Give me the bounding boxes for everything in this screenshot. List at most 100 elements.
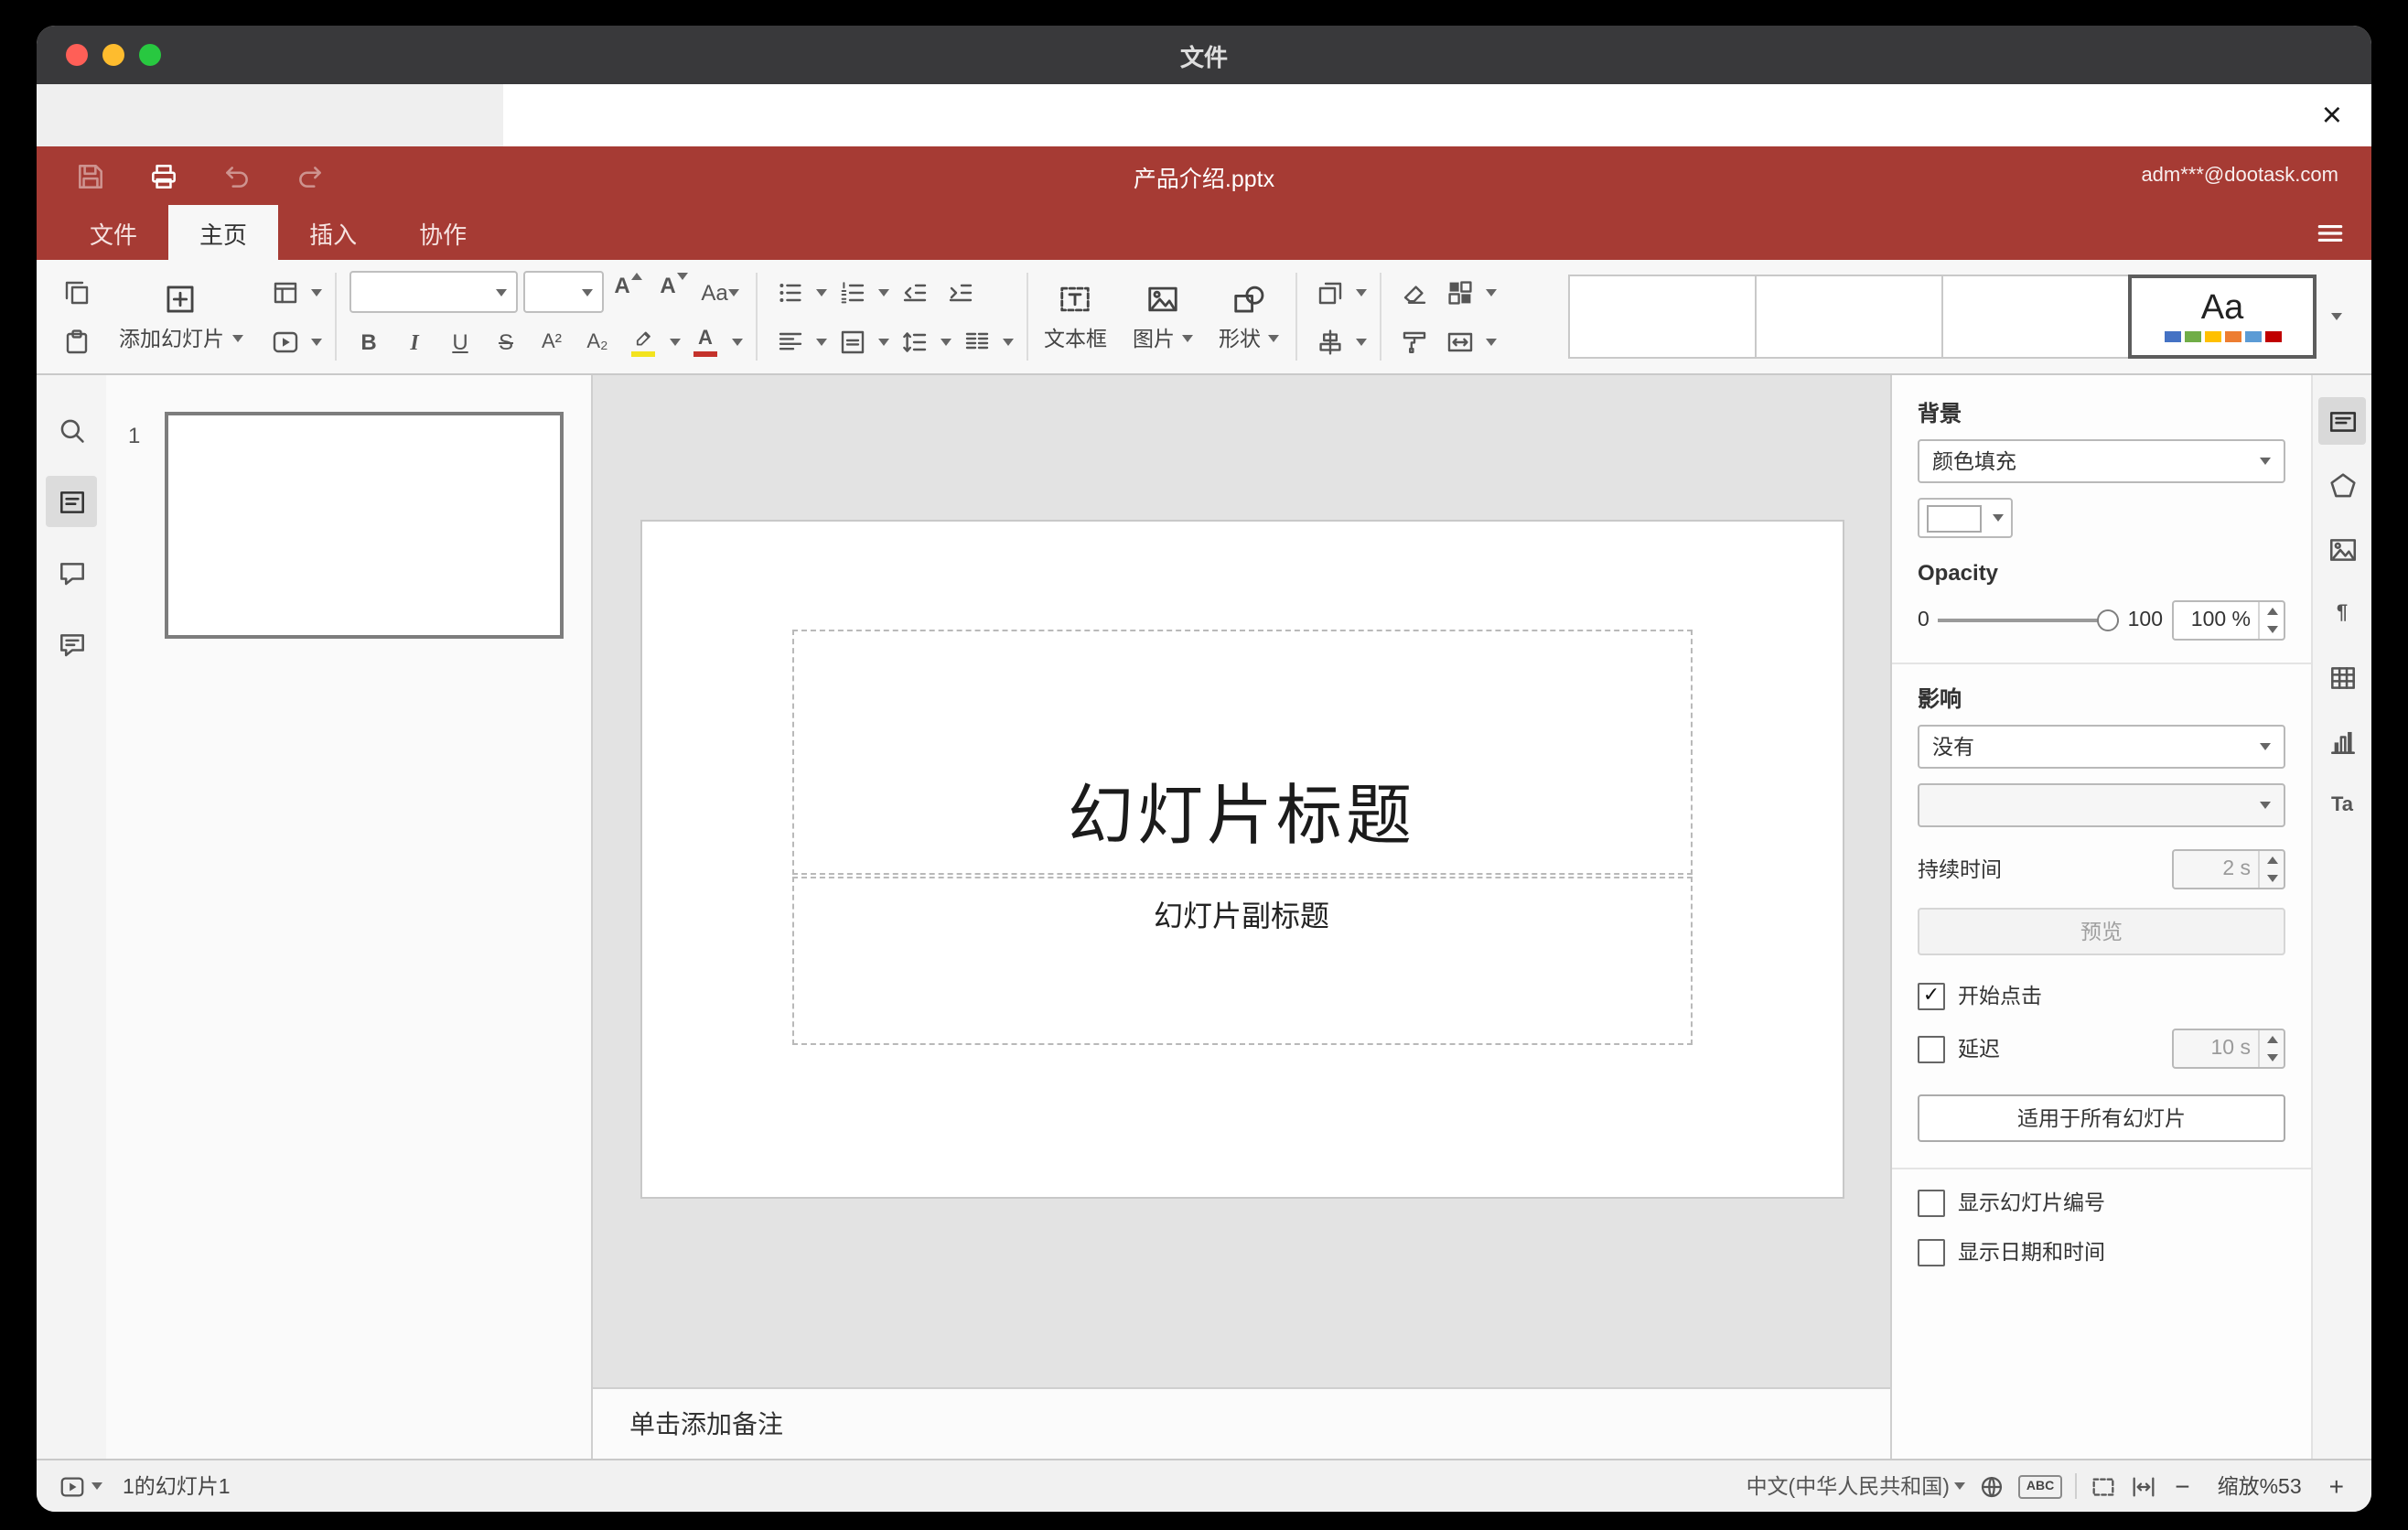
preview-button[interactable]: 预览 (1918, 908, 2285, 955)
italic-button[interactable]: I (394, 322, 435, 362)
notes-input[interactable]: 单击添加备注 (593, 1387, 1890, 1459)
start-slideshow-button[interactable] (264, 321, 305, 361)
insert-shape-button[interactable]: 形状 (1206, 260, 1292, 373)
image-settings-icon[interactable] (2318, 525, 2366, 573)
insert-image-button[interactable]: 图片 (1120, 260, 1206, 373)
document-language-icon[interactable] (1979, 1472, 2006, 1500)
tab-collaboration[interactable]: 协作 (388, 205, 498, 260)
print-button[interactable] (143, 156, 183, 196)
superscript-button[interactable]: A² (532, 322, 572, 362)
spinner-down-icon[interactable] (2260, 869, 2284, 888)
font-size-combobox[interactable] (522, 271, 603, 313)
insert-textbox-button[interactable]: 文本框 (1031, 260, 1120, 373)
minimize-window-button[interactable] (102, 44, 124, 66)
paste-button[interactable] (57, 321, 97, 361)
add-slide-button[interactable]: 添加幻灯片 (106, 260, 255, 373)
numbering-button[interactable] (832, 272, 872, 312)
decrease-indent-button[interactable] (894, 272, 934, 312)
start-on-click-checkbox[interactable]: ✓ (1918, 982, 1945, 1009)
delay-checkbox[interactable] (1918, 1035, 1945, 1062)
tab-insert[interactable]: 插入 (278, 205, 388, 260)
save-button[interactable] (70, 156, 110, 196)
slider-thumb[interactable] (2096, 609, 2119, 631)
zoom-window-button[interactable] (139, 44, 161, 66)
slide[interactable]: 幻灯片标题 幻灯片副标题 (641, 522, 1842, 1197)
opacity-slider[interactable] (1938, 608, 2119, 633)
strikeout-button[interactable]: S (486, 322, 526, 362)
language-selector[interactable]: 中文(中华人民共和国) (1747, 1471, 1966, 1501)
spinner-down-icon[interactable] (2260, 620, 2284, 639)
textart-settings-icon[interactable]: Ta (2318, 781, 2366, 829)
spinner-up-icon[interactable] (2260, 851, 2284, 869)
redo-button[interactable] (289, 156, 329, 196)
show-date-time-checkbox[interactable] (1918, 1238, 1945, 1266)
copy-button[interactable] (57, 272, 97, 312)
menu-icon[interactable] (2315, 205, 2346, 260)
arrange-shape-button[interactable] (1310, 272, 1350, 312)
slide-canvas[interactable]: 幻灯片标题 幻灯片副标题 (593, 375, 1890, 1387)
increase-font-size-button[interactable]: A (608, 272, 649, 312)
font-name-combobox[interactable] (349, 271, 517, 313)
fill-color-picker[interactable] (1918, 498, 2013, 538)
theme-thumbnail[interactable] (1755, 275, 1943, 359)
line-spacing-button[interactable] (894, 321, 934, 361)
spinner-down-icon[interactable] (2260, 1049, 2284, 1067)
subtitle-placeholder[interactable]: 幻灯片副标题 (791, 877, 1692, 1045)
undo-button[interactable] (216, 156, 256, 196)
start-slideshow-statusbar-button[interactable] (59, 1472, 102, 1500)
color-scheme-button[interactable] (1440, 272, 1480, 312)
clear-style-button[interactable] (1394, 272, 1435, 312)
fit-to-width-icon[interactable] (2129, 1472, 2156, 1500)
copy-style-button[interactable] (1394, 321, 1435, 361)
search-icon[interactable] (46, 404, 97, 456)
theme-thumbnail-selected[interactable]: Aa (2128, 275, 2317, 359)
align-shape-button[interactable] (1310, 321, 1350, 361)
change-case-button[interactable]: Aa (700, 272, 740, 312)
chart-settings-icon[interactable] (2318, 717, 2366, 765)
subscript-button[interactable]: A₂ (577, 322, 618, 362)
shape-settings-icon[interactable] (2318, 461, 2366, 509)
spellcheck-button[interactable]: ABC (2018, 1474, 2062, 1498)
tab-home[interactable]: 主页 (168, 205, 279, 260)
comments-icon[interactable] (46, 547, 97, 598)
apply-to-all-slides-button[interactable]: 适用于所有幻灯片 (1918, 1094, 2285, 1142)
transition-option-select[interactable] (1918, 783, 2285, 827)
spinner-up-icon[interactable] (2260, 1030, 2284, 1049)
tab-file[interactable]: 文件 (59, 205, 168, 260)
table-settings-icon[interactable] (2318, 653, 2366, 701)
show-slide-number-checkbox[interactable] (1918, 1189, 1945, 1216)
chevron-down-icon[interactable] (731, 339, 742, 346)
duration-spinner[interactable]: 2 s (2172, 849, 2285, 889)
chevron-down-icon[interactable] (669, 339, 680, 346)
zoom-in-button[interactable]: + (2324, 1471, 2349, 1501)
delay-spinner[interactable]: 10 s (2172, 1029, 2285, 1069)
highlight-color-button[interactable] (623, 322, 663, 362)
theme-thumbnail[interactable] (1941, 275, 2130, 359)
increase-indent-button[interactable] (940, 272, 980, 312)
slide-size-button[interactable] (1440, 321, 1480, 361)
more-themes-button[interactable] (2317, 275, 2357, 359)
title-placeholder[interactable]: 幻灯片标题 (791, 630, 1692, 875)
background-fill-select[interactable]: 颜色填充 (1918, 439, 2285, 483)
bullets-button[interactable] (769, 272, 810, 312)
close-icon[interactable]: × (2322, 84, 2342, 146)
font-color-button[interactable]: A (685, 322, 726, 362)
underline-button[interactable]: U (440, 322, 480, 362)
spinner-up-icon[interactable] (2260, 602, 2284, 620)
change-layout-button[interactable] (264, 272, 305, 312)
theme-thumbnail[interactable] (1568, 275, 1757, 359)
fit-to-slide-icon[interactable] (2089, 1472, 2116, 1500)
bold-button[interactable]: B (349, 322, 389, 362)
slides-panel-icon[interactable] (46, 476, 97, 527)
slide-thumbnail[interactable] (165, 412, 564, 639)
close-window-button[interactable] (66, 44, 88, 66)
paragraph-settings-icon[interactable]: ¶ (2318, 589, 2366, 637)
zoom-out-button[interactable]: − (2169, 1471, 2195, 1501)
decrease-font-size-button[interactable]: A (654, 272, 694, 312)
chat-icon[interactable] (46, 619, 97, 670)
slide-settings-icon[interactable] (2318, 397, 2366, 445)
vertical-align-button[interactable] (832, 321, 872, 361)
insert-columns-button[interactable] (956, 321, 996, 361)
opacity-spinner[interactable]: 100 % (2172, 600, 2285, 641)
transition-select[interactable]: 没有 (1918, 725, 2285, 769)
